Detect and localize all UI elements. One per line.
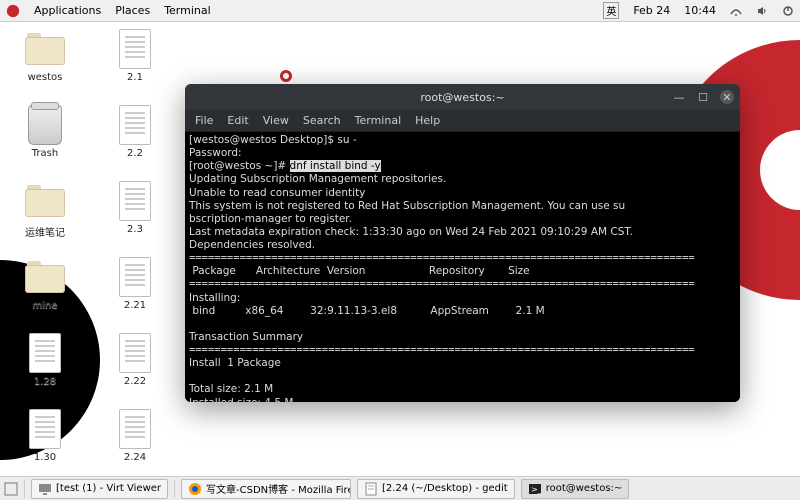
icon-label: 2.24 [124,452,146,463]
desktop-icon-doc[interactable]: 2.24 [100,408,170,480]
desktop-icon-grid: westos 2.1 Trash 2.2 运维笔记 2.3 mine 2.21 … [10,28,170,480]
icon-label: 运维笔记 [25,224,65,239]
clock-date[interactable]: Feb 24 [633,4,670,17]
svg-text:>_: >_ [531,485,542,494]
icon-label: 2.1 [127,72,143,83]
icon-label: westos [28,72,63,83]
taskbar-label: [test (1) - Virt Viewer [56,483,161,494]
desktop-icon-trash[interactable]: Trash [10,104,80,176]
menu-places[interactable]: Places [115,4,150,17]
term-menu-terminal[interactable]: Terminal [355,114,402,127]
term-menu-search[interactable]: Search [303,114,341,127]
desktop-icon-folder[interactable]: mine [10,256,80,328]
taskbar-item-terminal[interactable]: >_ root@westos:~ [521,479,630,499]
terminal-menubar: File Edit View Search Terminal Help [185,110,740,132]
term-menu-file[interactable]: File [195,114,213,127]
power-icon[interactable] [782,5,794,17]
menu-applications[interactable]: Applications [34,4,101,17]
top-panel: Applications Places Terminal 英 Feb 24 10… [0,0,800,22]
distro-logo-icon [6,4,20,18]
gedit-icon [364,482,378,496]
desktop-area[interactable]: westos 2.1 Trash 2.2 运维笔记 2.3 mine 2.21 … [0,22,800,476]
desktop-icon-folder[interactable]: 运维笔记 [10,180,80,252]
taskbar-item-firefox[interactable]: 写文章-CSDN博客 - Mozilla Fire... [181,479,351,499]
taskbar-item-gedit[interactable]: [2.24 (~/Desktop) - gedit [357,479,515,499]
menu-terminal[interactable]: Terminal [164,4,211,17]
icon-label: 1.28 [34,376,56,387]
desktop-icon-doc[interactable]: 2.3 [100,180,170,252]
network-icon[interactable] [730,5,742,17]
terminal-titlebar[interactable]: root@westos:~ — ☐ ✕ [185,84,740,110]
desktop-icon-doc[interactable]: 1.28 [10,332,80,404]
desktop-icon-doc[interactable]: 2.21 [100,256,170,328]
window-title: root@westos:~ [420,91,504,104]
icon-label: 2.2 [127,148,143,159]
taskbar-label: 写文章-CSDN博客 - Mozilla Fire... [206,481,351,496]
desktop-icon-doc[interactable]: 2.1 [100,28,170,100]
term-menu-help[interactable]: Help [415,114,440,127]
minimize-button[interactable]: — [672,90,686,104]
clock-time[interactable]: 10:44 [684,4,716,17]
taskbar-item-virt-viewer[interactable]: [test (1) - Virt Viewer [31,479,168,499]
desktop-icon-doc[interactable]: 2.22 [100,332,170,404]
terminal-window[interactable]: root@westos:~ — ☐ ✕ File Edit View Searc… [185,84,740,402]
firefox-icon [188,482,202,496]
volume-icon[interactable] [756,5,768,17]
icon-label: 1.30 [34,452,56,463]
icon-label: 2.22 [124,376,146,387]
desktop-icon-doc[interactable]: 1.30 [10,408,80,480]
desktop-icon-westos[interactable]: westos [10,28,80,100]
term-menu-view[interactable]: View [263,114,289,127]
show-desktop-icon[interactable] [4,482,18,496]
terminal-icon: >_ [528,482,542,496]
icon-label: Trash [32,148,58,159]
close-button[interactable]: ✕ [720,90,734,104]
icon-label: 2.21 [124,300,146,311]
taskbar-label: [2.24 (~/Desktop) - gedit [382,483,508,494]
bottom-taskbar: [test (1) - Virt Viewer 写文章-CSDN博客 - Moz… [0,476,800,500]
taskbar-label: root@westos:~ [546,483,623,494]
maximize-button[interactable]: ☐ [696,90,710,104]
terminal-output[interactable]: [westos@westos Desktop]$ su - Password: … [185,132,740,402]
desktop-icon-doc[interactable]: 2.2 [100,104,170,176]
icon-label: 2.3 [127,224,143,235]
term-menu-edit[interactable]: Edit [227,114,248,127]
icon-label: mine [32,300,57,311]
input-method-indicator[interactable]: 英 [603,2,619,19]
monitor-icon [38,482,52,496]
